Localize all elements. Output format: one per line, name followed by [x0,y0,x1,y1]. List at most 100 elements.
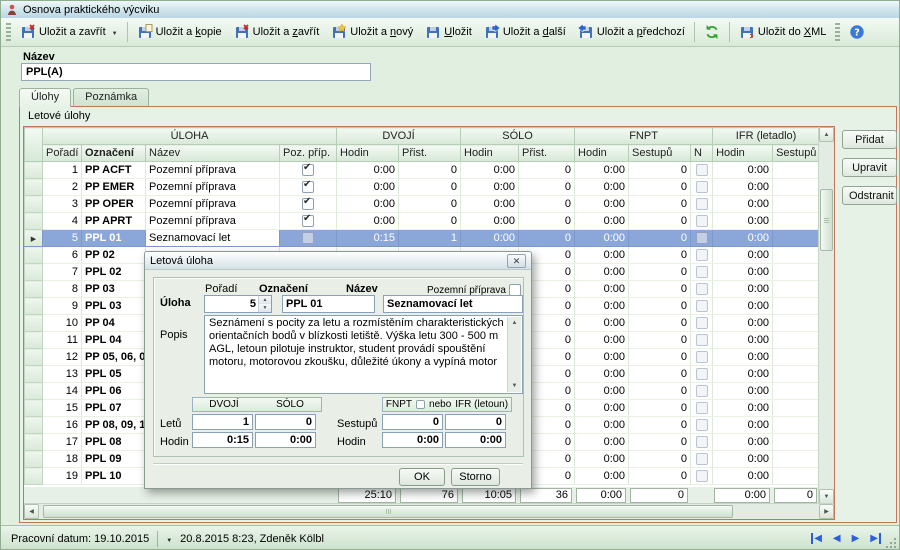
cell-oznaceni[interactable]: PPL 05 [82,366,146,383]
save-to-xml-button[interactable]: Uložit do XML [733,21,832,43]
group-header-ifr-letadlo-[interactable]: IFR (letadlo) [713,128,820,145]
grid-row-2[interactable]: 2PP EMERPozemní příprava0:0000:0000:0000… [25,179,820,196]
dialog-nazev-input[interactable] [383,295,523,313]
ok-button[interactable]: OK [399,468,445,486]
cell-fnpt_hodin[interactable]: 0:00 [575,162,629,179]
group-header-s-lo[interactable]: SÓLO [461,128,575,145]
cell-nazev[interactable]: Pozemní příprava [146,196,280,213]
sestupu-fnpt-field[interactable]: 0 [382,414,443,430]
cell-oznaceni[interactable]: PPL 03 [82,298,146,315]
cell-fnpt_sestupu[interactable]: 0 [629,451,691,468]
column-header-9[interactable]: Hodin [575,145,629,162]
cell-ifr_hodin[interactable]: 0:00 [713,298,773,315]
nav-next-icon[interactable] [852,533,860,544]
cell-n[interactable] [691,162,713,179]
column-header-4[interactable]: Poz. příp. [280,145,337,162]
nebo-checkbox[interactable] [416,400,425,409]
save-and-copy-button[interactable]: Uložit a kopie [131,21,228,43]
n-checkbox[interactable] [696,453,708,465]
cell-n[interactable] [691,434,713,451]
cell-ifr_hodin[interactable]: 0:00 [713,179,773,196]
cell-ifr_sestupu[interactable] [773,281,820,298]
poz-checkbox[interactable] [302,198,314,210]
save-button[interactable]: Uložit [419,21,478,43]
dropdown-arrow-icon[interactable] [109,26,118,38]
nav-last-icon[interactable] [870,533,881,544]
cell-n[interactable] [691,298,713,315]
storno-button[interactable]: Storno [451,468,500,486]
cell-fnpt_hodin[interactable]: 0:00 [575,264,629,281]
cell-fnpt_sestupu[interactable]: 0 [629,247,691,264]
n-checkbox[interactable] [696,300,708,312]
grid-row-5[interactable]: 5PPL 01Seznamovací let0:1510:0000:0000:0… [25,230,820,247]
column-header-5[interactable]: Hodin [337,145,399,162]
group-header-dvoj-[interactable]: DVOJÍ [337,128,461,145]
cell-oznaceni[interactable]: PP ACFT [82,162,146,179]
row-indicator[interactable] [25,264,43,281]
cell-ifr_sestupu[interactable] [773,434,820,451]
cell-poradi[interactable]: 16 [43,417,82,434]
scroll-down-icon[interactable] [819,489,834,504]
cell-ifr_hodin[interactable]: 0:00 [713,162,773,179]
cell-ifr_sestupu[interactable] [773,179,820,196]
cell-fnpt_sestupu[interactable]: 0 [629,179,691,196]
cell-poradi[interactable]: 11 [43,332,82,349]
cell-oznaceni[interactable]: PP 02 [82,247,146,264]
sestupu-ifr-field[interactable]: 0 [445,414,506,430]
cell-oznaceni[interactable]: PPL 02 [82,264,146,281]
cell-poradi[interactable]: 12 [43,349,82,366]
cell-dvoji_hodin[interactable]: 0:00 [337,213,399,230]
row-indicator[interactable] [25,281,43,298]
cell-dvoji_hodin[interactable]: 0:00 [337,196,399,213]
cell-n[interactable] [691,281,713,298]
resize-grip[interactable] [894,546,896,548]
n-checkbox[interactable] [696,470,708,482]
cell-poradi[interactable]: 13 [43,366,82,383]
row-indicator[interactable] [25,179,43,196]
cell-solo_prist[interactable]: 0 [519,196,575,213]
cell-oznaceni[interactable]: PP 08, 09, 10 [82,417,146,434]
cell-ifr_hodin[interactable]: 0:00 [713,247,773,264]
cell-ifr_sestupu[interactable] [773,264,820,281]
row-indicator[interactable] [25,366,43,383]
cell-fnpt_sestupu[interactable]: 0 [629,383,691,400]
cell-dvoji_prist[interactable]: 1 [399,230,461,247]
cell-ifr_hodin[interactable]: 0:00 [713,417,773,434]
save-and-previous-button[interactable]: Uložit a předchozí [572,21,691,43]
n-checkbox[interactable] [696,232,708,244]
cell-poradi[interactable]: 5 [43,230,82,247]
edit-button[interactable]: Upravit [842,158,897,177]
cell-fnpt_sestupu[interactable]: 0 [629,213,691,230]
group-header-fnpt[interactable]: FNPT [575,128,713,145]
cell-n[interactable] [691,400,713,417]
cell-n[interactable] [691,213,713,230]
cell-fnpt_hodin[interactable]: 0:00 [575,213,629,230]
cell-ifr_hodin[interactable]: 0:00 [713,451,773,468]
cell-dvoji_hodin[interactable]: 0:00 [337,162,399,179]
cell-fnpt_hodin[interactable]: 0:00 [575,468,629,485]
cell-fnpt_hodin[interactable]: 0:00 [575,230,629,247]
cell-dvoji_hodin[interactable]: 0:15 [337,230,399,247]
cell-solo_prist[interactable]: 0 [519,179,575,196]
cell-poz[interactable] [280,179,337,196]
cell-fnpt_hodin[interactable]: 0:00 [575,281,629,298]
cell-oznaceni[interactable]: PP 05, 06, 07 [82,349,146,366]
cell-fnpt_sestupu[interactable]: 0 [629,196,691,213]
cell-fnpt_sestupu[interactable]: 0 [629,315,691,332]
cell-solo_hodin[interactable]: 0:00 [461,196,519,213]
row-indicator[interactable] [25,468,43,485]
cell-oznaceni[interactable]: PPL 10 [82,468,146,485]
save-and-close-button-2[interactable]: Uložit a zavřít [228,21,326,43]
cell-ifr_sestupu[interactable] [773,196,820,213]
cell-fnpt_hodin[interactable]: 0:00 [575,434,629,451]
cell-oznaceni[interactable]: PP 03 [82,281,146,298]
n-checkbox[interactable] [696,249,708,261]
n-checkbox[interactable] [696,334,708,346]
column-header-1[interactable]: Pořadí [43,145,82,162]
group-header--loha[interactable]: ÚLOHA [43,128,337,145]
cell-fnpt_hodin[interactable]: 0:00 [575,349,629,366]
n-checkbox[interactable] [696,436,708,448]
n-checkbox[interactable] [696,385,708,397]
cell-n[interactable] [691,451,713,468]
cell-oznaceni[interactable]: PPL 08 [82,434,146,451]
